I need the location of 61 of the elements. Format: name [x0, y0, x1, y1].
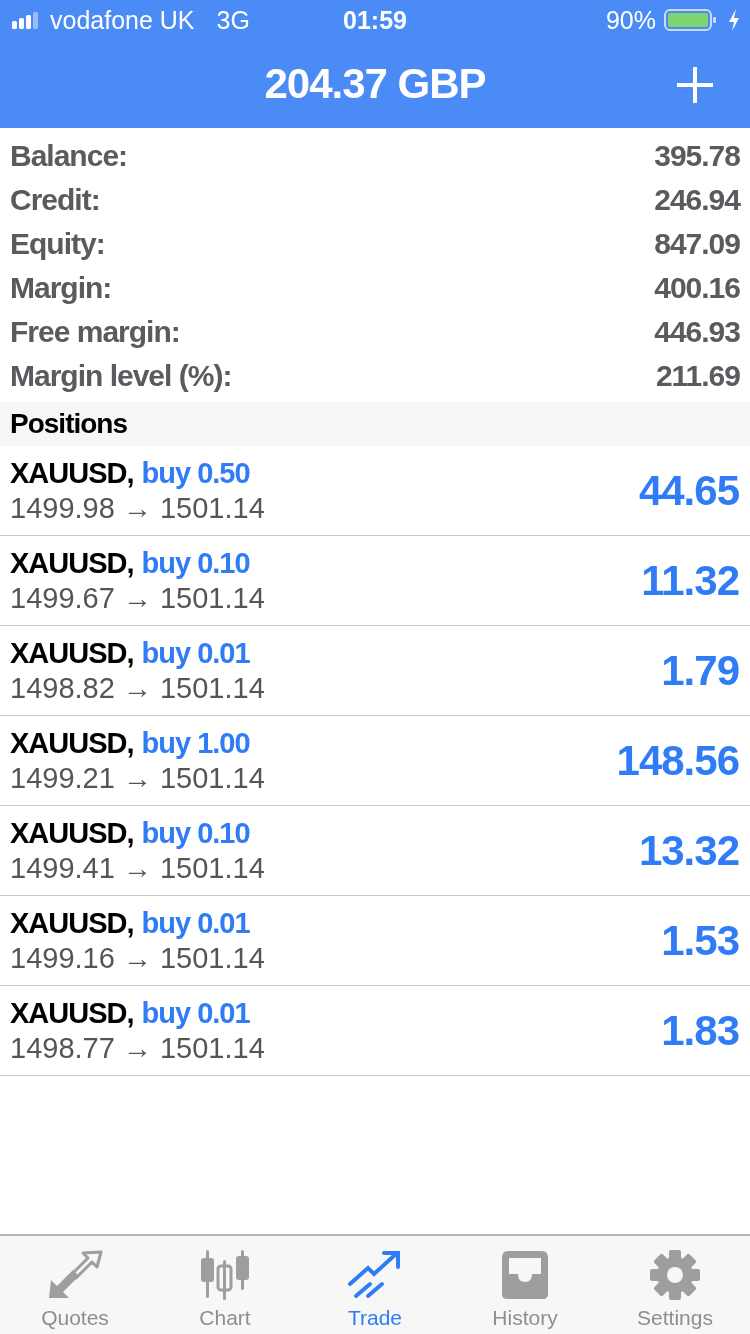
position-profit: 1.53 — [661, 916, 739, 965]
position-prices: 1498.77 → 1501.14 — [10, 1031, 265, 1065]
add-button[interactable] — [674, 64, 716, 106]
tab-bar-item[interactable]: Trade — [300, 1236, 450, 1334]
summary-value: 847.09 — [654, 227, 740, 261]
position-prices: 1499.41 → 1501.14 — [10, 851, 265, 885]
position-row[interactable]: XAUUSD, buy 0.01 1499.16 → 1501.14 1.53 — [0, 896, 750, 986]
position-profit: 13.32 — [638, 826, 739, 875]
summary-label: Equity: — [10, 227, 105, 261]
position-type: buy 0.01 — [141, 636, 250, 670]
position-row[interactable]: XAUUSD, buy 1.00 1499.21 → 1501.14 148.56 — [0, 716, 750, 806]
position-symbol: XAUUSD, — [10, 546, 134, 580]
position-profit: 1.83 — [661, 1006, 739, 1055]
summary-value: 211.69 — [655, 359, 740, 393]
position-prices: 1499.16 → 1501.14 — [10, 941, 265, 975]
position-prices: 1499.98 → 1501.14 — [10, 491, 265, 525]
position-profit: 1.79 — [661, 646, 739, 695]
position-row[interactable]: XAUUSD, buy 0.50 1499.98 → 1501.14 44.65 — [0, 446, 750, 536]
status-time: 01:59 — [343, 5, 407, 35]
summary-label: Margin: — [10, 271, 112, 305]
summary-value: 446.93 — [654, 315, 740, 349]
position-row[interactable]: XAUUSD, buy 0.10 1499.67 → 1501.14 11.32 — [0, 536, 750, 626]
position-row[interactable]: XAUUSD, buy 0.01 1498.77 → 1501.14 1.83 — [0, 986, 750, 1076]
position-row[interactable]: XAUUSD, buy 0.10 1499.41 → 1501.14 13.32 — [0, 806, 750, 896]
position-type: buy 0.01 — [141, 906, 250, 940]
position-type: buy 0.10 — [141, 546, 250, 580]
charging-icon — [728, 9, 740, 31]
position-symbol: XAUUSD, — [10, 636, 134, 670]
network-type: 3G — [216, 5, 250, 35]
settings-icon — [650, 1250, 700, 1300]
position-profit: 44.65 — [638, 466, 739, 515]
position-symbol: XAUUSD, — [10, 996, 134, 1030]
summary-label: Free margin: — [10, 315, 180, 349]
diagonal-arrows-icon — [47, 1250, 103, 1300]
section-header: Positions — [0, 402, 750, 446]
position-prices: 1499.21 → 1501.14 — [10, 761, 265, 795]
candlestick-icon — [199, 1250, 251, 1300]
position-symbol: XAUUSD, — [10, 906, 134, 940]
position-type: buy 1.00 — [141, 726, 250, 760]
position-profit: 148.56 — [616, 736, 739, 785]
account-profit-title: 204.37 GBP — [264, 60, 486, 108]
summary-value: 395.78 — [654, 139, 740, 173]
position-prices: 1499.67 → 1501.14 — [10, 581, 265, 615]
summary-label: Balance: — [10, 139, 128, 173]
position-type: buy 0.50 — [141, 456, 250, 490]
summary-value: 400.16 — [654, 271, 740, 305]
summary-label: Margin level (%): — [10, 359, 232, 393]
position-type: buy 0.10 — [141, 816, 250, 850]
position-row[interactable]: XAUUSD, buy 0.01 1498.82 → 1501.14 1.79 — [0, 626, 750, 716]
position-symbol: XAUUSD, — [10, 726, 134, 760]
trend-arrow-icon — [348, 1250, 402, 1300]
summary-value: 246.94 — [654, 183, 740, 217]
position-profit: 11.32 — [641, 556, 739, 605]
inbox-icon — [500, 1250, 550, 1300]
summary-label: Credit: — [10, 183, 100, 217]
position-symbol: XAUUSD, — [10, 456, 134, 490]
carrier-name: vodafone UK — [50, 5, 195, 35]
position-prices: 1498.82 → 1501.14 — [10, 671, 265, 705]
battery-percent: 90% — [605, 5, 656, 35]
position-type: buy 0.01 — [141, 996, 250, 1030]
position-symbol: XAUUSD, — [10, 816, 134, 850]
